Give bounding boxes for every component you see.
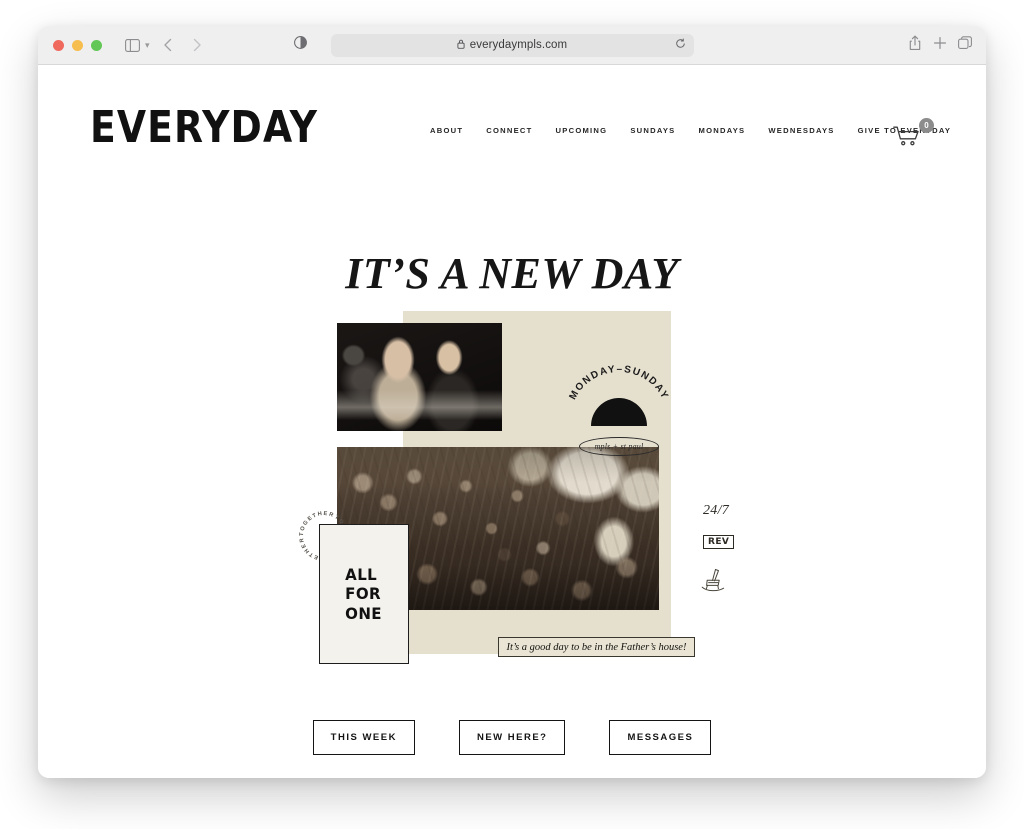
zoom-window-button[interactable] — [91, 39, 102, 51]
mark-rev: REV — [703, 535, 735, 549]
photo-stage — [337, 323, 502, 431]
url-input[interactable]: everydaympls.com — [330, 33, 694, 57]
this-week-button[interactable]: THIS WEEK — [312, 720, 415, 755]
toolbar-actions — [908, 35, 973, 56]
quote-box: It’s a good day to be in the Father’s ho… — [498, 637, 695, 657]
arc-text-content: MONDAY–SUNDAY — [567, 364, 668, 402]
nav-item-about[interactable]: ABOUT — [430, 126, 463, 135]
cart-button[interactable]: 0 — [893, 118, 935, 152]
plus-icon[interactable] — [933, 36, 947, 55]
svg-text:MONDAY–SUNDAY: MONDAY–SUNDAY — [567, 364, 670, 402]
lock-icon — [457, 36, 465, 54]
cart-count-badge: 0 — [919, 118, 934, 133]
new-here-button[interactable]: NEW HERE? — [458, 720, 566, 755]
card-line-3: ONE — [345, 603, 383, 623]
toolbar-nav-group: ▾ — [119, 33, 210, 57]
browser-toolbar: ▾ everydaympls.com — [38, 26, 986, 65]
close-window-button[interactable] — [53, 39, 64, 51]
nav-item-wednesdays[interactable]: WEDNESDAYS — [768, 126, 834, 135]
window-controls — [53, 39, 102, 51]
sidebar-toggle-icon[interactable] — [119, 33, 145, 57]
reload-icon[interactable] — [675, 36, 686, 54]
forward-arrow-icon[interactable] — [184, 33, 210, 57]
location-pill-label: mpls + st paul — [594, 442, 644, 451]
main-navigation: ABOUT CONNECT UPCOMING SUNDAYS MONDAYS W… — [430, 126, 951, 135]
quote-text: It’s a good day to be in the Father’s ho… — [506, 641, 687, 653]
page-title: IT’S A NEW DAY — [345, 249, 679, 298]
all-for-one-text: ALL FOR ONE — [346, 565, 383, 624]
back-arrow-icon[interactable] — [155, 33, 181, 57]
nav-item-mondays[interactable]: MONDAYS — [699, 126, 746, 135]
site-logo[interactable]: EVERYDAY — [90, 105, 318, 149]
nav-item-upcoming[interactable]: UPCOMING — [556, 126, 608, 135]
share-icon[interactable] — [908, 35, 922, 56]
page-viewport: EVERYDAY ABOUT CONNECT UPCOMING SUNDAYS … — [38, 65, 986, 778]
mark-24-7: 24/7 — [703, 503, 730, 518]
messages-button[interactable]: MESSAGES — [609, 720, 712, 755]
cta-button-row: THIS WEEK NEW HERE? MESSAGES — [38, 720, 986, 755]
nav-item-connect[interactable]: CONNECT — [486, 126, 532, 135]
reader-mode-icon[interactable] — [294, 36, 307, 54]
chevron-down-icon[interactable]: ▾ — [145, 40, 150, 51]
site-header: EVERYDAY ABOUT CONNECT UPCOMING SUNDAYS … — [38, 65, 986, 167]
all-for-one-card: ALL FOR ONE — [319, 524, 409, 664]
nav-item-sundays[interactable]: SUNDAYS — [630, 126, 675, 135]
rocking-chair-icon — [699, 567, 727, 598]
monday-sunday-badge: MONDAY–SUNDAY mpls + st paul — [563, 363, 675, 458]
card-line-2: FOR — [345, 584, 382, 604]
browser-window: ▾ everydaympls.com EVERYDAY ABOUT CONNEC… — [38, 26, 986, 778]
minimize-window-button[interactable] — [72, 39, 83, 51]
location-pill: mpls + st paul — [579, 437, 659, 456]
tab-overview-icon[interactable] — [958, 35, 973, 55]
url-text: everydaympls.com — [469, 39, 568, 51]
hero-collage: MONDAY–SUNDAY mpls + st paul 24/7 REV TO… — [263, 311, 783, 664]
card-line-1: ALL — [345, 564, 378, 584]
